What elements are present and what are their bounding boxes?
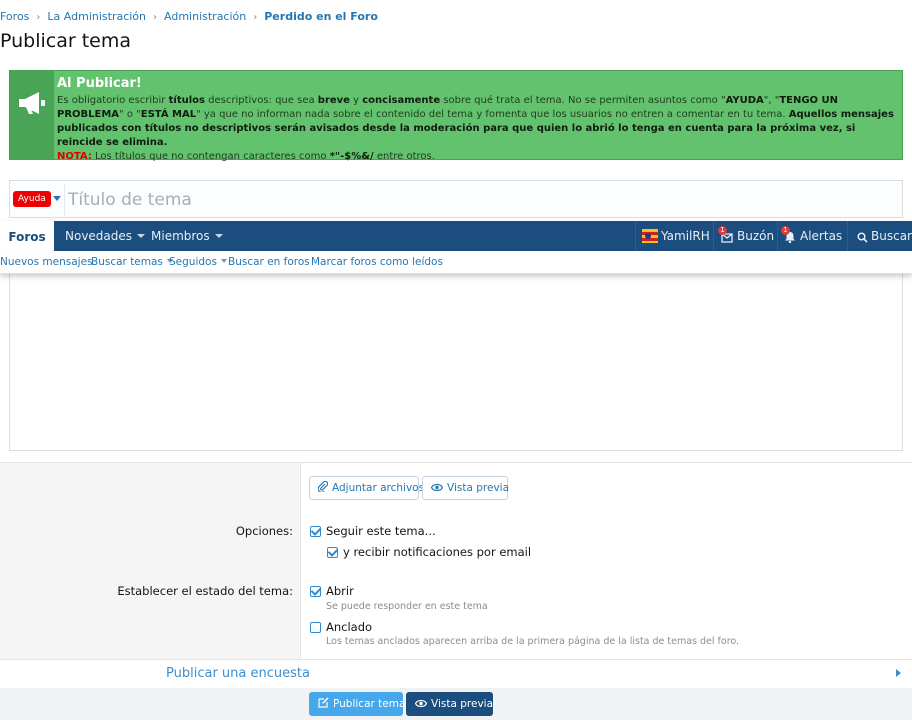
avatar <box>642 229 658 243</box>
user-menu[interactable]: YamilRH <box>642 221 710 251</box>
tab-novedades[interactable]: Novedades <box>65 221 146 251</box>
sub-nav: Nuevos mensajes Buscar temas Seguidos Bu… <box>0 251 912 274</box>
thread-title-input[interactable] <box>68 187 888 213</box>
chevron-right-icon <box>896 669 901 677</box>
submit-thread-label: Publicar tema <box>333 698 406 710</box>
notice-text: entre otros. <box>373 151 435 162</box>
notice-nota-label: NOTA: <box>57 151 92 162</box>
subnav-label: Buscar temas <box>91 256 163 268</box>
watch-thread-checkbox[interactable] <box>310 526 321 537</box>
tab-foros[interactable]: Foros <box>0 221 54 251</box>
edit-icon <box>318 697 329 708</box>
submit-thread-button[interactable]: Publicar tema <box>309 692 406 716</box>
tab-label: Miembros <box>151 229 210 243</box>
subnav-nuevos-mensajes[interactable]: Nuevos mensajes <box>0 256 93 268</box>
chevron-down-icon[interactable] <box>53 196 61 201</box>
breadcrumb-la-administracion[interactable]: La Administración <box>47 10 146 23</box>
subnav-buscar-en-foros[interactable]: Buscar en foros <box>228 256 310 268</box>
page-title: Publicar tema <box>0 30 132 52</box>
form-footer: Publicar tema Vista previa <box>0 688 912 720</box>
search-link[interactable]: Buscar <box>857 221 912 251</box>
notice-bold: breve <box>317 95 350 106</box>
notice-text: y <box>349 95 363 106</box>
subnav-label: Seguidos <box>169 256 217 268</box>
breadcrumb-separator: › <box>253 12 258 23</box>
prefix-badge[interactable]: Ayuda <box>13 191 51 207</box>
main-nav: Foros Novedades Miembros YamilRH Buzón 1… <box>0 221 912 251</box>
preview-label: Vista previa <box>447 482 510 494</box>
breadcrumb-separator: › <box>36 12 41 23</box>
alerts-count-badge: 1 <box>781 226 790 235</box>
eye-icon <box>430 483 444 492</box>
email-notify-checkbox[interactable] <box>327 547 338 558</box>
message-editor[interactable] <box>9 274 903 451</box>
divider <box>777 221 778 251</box>
tab-label: Novedades <box>65 229 133 243</box>
eye-icon <box>414 699 428 708</box>
breadcrumb-administracion[interactable]: Administración <box>164 10 246 23</box>
divider <box>635 221 636 251</box>
divider <box>847 221 848 251</box>
preview-button[interactable]: Vista previa <box>422 476 510 500</box>
notice-bold: concisamente <box>362 95 441 106</box>
open-checkbox[interactable] <box>310 586 321 597</box>
notice-bold: títulos <box>168 95 205 106</box>
notice-bold: AYUDA <box>725 95 764 106</box>
breadcrumb-perdido-en-el-foro[interactable]: Perdido en el Foro <box>264 10 378 23</box>
username: YamilRH <box>661 229 710 243</box>
subnav-marcar-leidos[interactable]: Marcar foros como leídos <box>311 256 443 268</box>
notice-text: Los títulos que no contengan caracteres … <box>91 151 330 162</box>
divider <box>713 221 714 251</box>
form-area: Adjuntar archivos Vista previa Opciones:… <box>0 462 912 661</box>
chevron-down-icon <box>137 234 146 238</box>
sticky-hint: Los temas anclados aparecen arriba de la… <box>326 636 740 647</box>
poll-row[interactable]: Publicar una encuesta <box>0 659 912 689</box>
options-label: Opciones: <box>235 524 293 538</box>
tab-miembros[interactable]: Miembros <box>151 221 223 251</box>
chevron-down-icon <box>220 259 227 263</box>
notice-text: " o " <box>119 109 141 120</box>
notice-text: ", " <box>763 95 780 106</box>
create-poll-link[interactable]: Publicar una encuesta <box>166 666 310 681</box>
chevron-down-icon <box>214 234 223 238</box>
inbox-label: Buzón <box>737 229 775 243</box>
posting-notice: Al Publicar! Es obligatorio escribir tít… <box>9 70 903 162</box>
breadcrumb-separator: › <box>153 12 158 23</box>
thread-state-label: Establecer el estado del tema: <box>117 584 293 598</box>
notice-title: Al Publicar! <box>57 76 142 91</box>
paperclip-icon <box>317 480 329 494</box>
notice-text: " ya que no informan nada sobre el conte… <box>196 109 789 120</box>
search-label: Buscar <box>871 229 912 243</box>
notice-icon-box <box>10 71 54 159</box>
alerts-label: Alertas <box>800 229 843 243</box>
sticky-label[interactable]: Anclado <box>326 620 372 634</box>
attach-files-button[interactable]: Adjuntar archivos <box>309 476 424 500</box>
subnav-buscar-temas[interactable]: Buscar temas <box>91 256 173 268</box>
footer-preview-label: Vista previa <box>431 698 494 710</box>
search-icon <box>857 232 868 243</box>
email-notify-label[interactable]: y recibir notificaciones por email <box>343 545 531 559</box>
divider <box>64 184 65 216</box>
title-row: Ayuda <box>9 180 903 218</box>
notice-text: descriptivos: que sea <box>204 95 318 106</box>
footer-preview-button[interactable]: Vista previa <box>406 692 493 716</box>
watch-thread-label[interactable]: Seguir este tema... <box>326 524 436 538</box>
subnav-seguidos[interactable]: Seguidos <box>169 256 227 268</box>
notice-bold: ESTÁ MAL <box>140 109 197 120</box>
breadcrumb-foros[interactable]: Foros <box>0 10 29 23</box>
open-hint: Se puede responder en este tema <box>326 601 488 612</box>
attach-files-label: Adjuntar archivos <box>332 482 425 494</box>
notice-text: sobre qué trata el tema. No se permiten … <box>440 95 726 106</box>
notice-text: Es obligatorio escribir <box>57 95 169 106</box>
notice-bold: *"-$%&/ <box>329 151 374 162</box>
alerts-link[interactable]: Alertas 1 <box>781 221 843 251</box>
breadcrumb: Foros › La Administración › Administración › P… <box>0 10 378 24</box>
inbox-count-badge: 1 <box>718 226 727 235</box>
open-label[interactable]: Abrir <box>326 584 354 598</box>
form-label-column <box>0 463 301 660</box>
sticky-checkbox[interactable] <box>310 622 321 633</box>
inbox-link[interactable]: Buzón 1 <box>718 221 775 251</box>
notice-body: Al Publicar! Es obligatorio escribir tít… <box>57 77 899 164</box>
megaphone-icon <box>19 92 45 114</box>
